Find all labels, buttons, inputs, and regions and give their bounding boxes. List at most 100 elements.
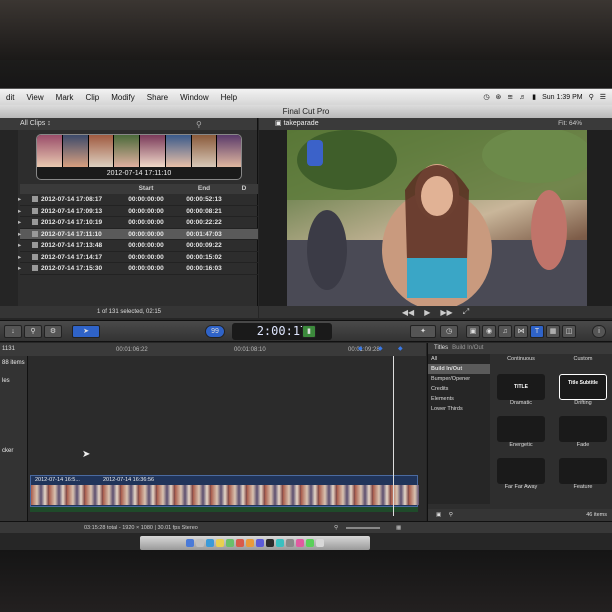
disclosure-triangle-icon[interactable]: ▸ xyxy=(18,263,21,275)
fast-forward-icon[interactable]: ▶▶ xyxy=(440,308,452,317)
table-row[interactable]: ▸ 2012-07-14 17:13:48 00:00:00:00 00:00:0… xyxy=(18,240,258,252)
clip-filmstrip[interactable]: 2012-07-14 17:11:10 xyxy=(36,134,242,180)
menu-clip[interactable]: Clip xyxy=(79,93,105,102)
title-tile[interactable]: Energetic xyxy=(494,416,548,448)
marker-icon[interactable]: ◆ xyxy=(378,343,383,356)
analyze-button[interactable]: ⚙ xyxy=(44,325,62,338)
title-tile[interactable]: Continuous xyxy=(494,356,548,362)
disclosure-triangle-icon[interactable]: ▸ xyxy=(18,229,21,241)
category-bumper-opener[interactable]: Bumper/Opener xyxy=(428,374,490,384)
menu-edit[interactable]: dit xyxy=(0,93,20,102)
music-browser-button[interactable]: ♫ xyxy=(498,325,512,338)
disclosure-triangle-icon[interactable]: ▸ xyxy=(18,194,21,206)
launchpad-icon[interactable] xyxy=(196,539,204,547)
clip-appearance-icon[interactable]: ▦ xyxy=(396,522,401,534)
disclosure-triangle-icon[interactable]: ▸ xyxy=(18,240,21,252)
table-row[interactable]: ▸ 2012-07-14 17:08:17 00:00:00:00 00:00:5… xyxy=(18,194,258,206)
keyword-button[interactable]: ⚲ xyxy=(24,325,42,338)
volume-icon[interactable]: ♬ xyxy=(519,94,526,101)
safari-icon[interactable] xyxy=(206,539,214,547)
rewind-icon[interactable]: ◀◀ xyxy=(402,308,414,317)
menu-share[interactable]: Share xyxy=(141,93,174,102)
time-machine-icon[interactable]: ◷ xyxy=(483,93,489,101)
category-build-in-out[interactable]: Build In/Out xyxy=(428,364,490,374)
table-row-selected[interactable]: ▸ 2012-07-14 17:11:10 00:00:00:00 00:01:4… xyxy=(18,228,258,241)
clips-filter-dropdown[interactable]: All Clips ↕ xyxy=(20,120,51,127)
system-preferences-icon[interactable] xyxy=(286,539,294,547)
inspector-button[interactable]: i xyxy=(592,325,606,338)
table-row[interactable]: ▸ 2012-07-14 17:15:30 00:00:00:00 00:00:1… xyxy=(18,263,258,275)
menu-view[interactable]: View xyxy=(20,93,49,102)
app-icon[interactable] xyxy=(296,539,304,547)
column-name[interactable] xyxy=(20,184,118,194)
photos-browser-button[interactable]: ◉ xyxy=(482,325,496,338)
itunes-icon[interactable] xyxy=(256,539,264,547)
timeline-clip-label[interactable]: 2012-07-14 16:5... xyxy=(35,477,80,483)
category-lower-thirds[interactable]: Lower Thirds xyxy=(428,404,490,414)
title-tile[interactable]: TITLE Dramatic xyxy=(494,374,548,406)
table-row[interactable]: ▸ 2012-07-14 17:09:13 00:00:00:00 00:00:0… xyxy=(18,206,258,218)
index-tab-roles[interactable]: les xyxy=(0,370,27,392)
audio-waveform[interactable] xyxy=(30,507,418,512)
wifi-icon[interactable]: ≊ xyxy=(507,93,513,101)
fullscreen-icon[interactable]: ⤢ xyxy=(463,307,469,317)
search-icon[interactable]: ⚲ xyxy=(443,512,453,518)
disclosure-triangle-icon[interactable]: ▸ xyxy=(18,217,21,229)
battery-icon[interactable]: ▮ xyxy=(532,93,536,101)
effects-browser-button[interactable]: ▣ xyxy=(466,325,480,338)
retime-button[interactable]: ◷ xyxy=(440,325,458,338)
timeline-clip-label[interactable]: 2012-07-14 16:36:56 xyxy=(103,477,154,483)
zoom-slider[interactable] xyxy=(346,527,380,529)
mail-icon[interactable] xyxy=(216,539,224,547)
dashboard-timecode[interactable]: 2:00:17 xyxy=(232,323,332,340)
title-tile-selected[interactable]: Title Subtitle Drifting xyxy=(556,374,610,406)
category-all[interactable]: All xyxy=(428,354,490,364)
app-store-icon[interactable] xyxy=(276,539,284,547)
disclosure-triangle-icon[interactable]: ▸ xyxy=(18,206,21,218)
themes-browser-button[interactable]: ◫ xyxy=(562,325,576,338)
title-tile[interactable]: Custom xyxy=(556,356,610,362)
title-tile[interactable]: Fade xyxy=(556,416,610,448)
audio-meters-button[interactable]: ▮ xyxy=(302,325,316,338)
timeline[interactable]: 1131 00:01:06:22 00:01:08:10 00:01:09:28… xyxy=(0,343,426,521)
final-cut-icon[interactable] xyxy=(266,539,274,547)
table-row[interactable]: ▸ 2012-07-14 17:14:17 00:00:00:00 00:00:1… xyxy=(18,252,258,264)
titles-browser-button[interactable]: T xyxy=(530,325,544,338)
event-library-sidebar[interactable] xyxy=(0,130,18,306)
marker-icon[interactable]: ◆ xyxy=(358,343,363,356)
menu-modify[interactable]: Modify xyxy=(105,93,141,102)
playhead[interactable] xyxy=(393,356,394,516)
search-icon[interactable]: ⚲ xyxy=(589,93,594,101)
menu-mark[interactable]: Mark xyxy=(50,93,80,102)
app-icon[interactable] xyxy=(306,539,314,547)
marker-icon[interactable]: ◆ xyxy=(398,343,403,356)
title-tile[interactable]: Feature xyxy=(556,458,610,490)
menu-clock[interactable]: Sun 1:39 PM xyxy=(542,94,582,101)
menu-help[interactable]: Help xyxy=(215,93,243,102)
table-row[interactable]: ▸ 2012-07-14 17:10:19 00:00:00:00 00:00:2… xyxy=(18,217,258,229)
index-tab-clips[interactable]: cker xyxy=(0,392,27,454)
play-icon[interactable]: ▶ xyxy=(424,308,430,317)
bluetooth-icon[interactable]: ⊛ xyxy=(496,93,502,101)
zoom-icon[interactable]: ⚲ xyxy=(334,522,338,534)
menu-window[interactable]: Window xyxy=(174,93,214,102)
zoom-fit-dropdown[interactable]: Fit: 64% xyxy=(558,118,582,130)
primary-storyline[interactable]: 2012-07-14 16:5... 2012-07-14 16:36:56 xyxy=(30,475,419,507)
import-button[interactable]: ↓ xyxy=(4,325,22,338)
messages-icon[interactable] xyxy=(226,539,234,547)
search-icon[interactable]: ⚲ xyxy=(196,119,202,131)
column-end[interactable]: End xyxy=(174,184,234,194)
column-start[interactable]: Start xyxy=(118,184,174,194)
disclosure-triangle-icon[interactable]: ▸ xyxy=(18,252,21,264)
video-frame[interactable] xyxy=(287,127,592,310)
finder-icon[interactable] xyxy=(186,539,194,547)
background-tasks-button[interactable]: 99 xyxy=(205,325,225,338)
column-duration[interactable]: D xyxy=(234,184,254,194)
select-tool-button[interactable]: ➤ xyxy=(72,325,100,338)
list-icon[interactable]: ☰ xyxy=(600,93,606,101)
calendar-icon[interactable] xyxy=(236,539,244,547)
category-elements[interactable]: Elements xyxy=(428,394,490,404)
sidebar-toggle-icon[interactable]: ▣ xyxy=(428,512,441,518)
photos-icon[interactable] xyxy=(246,539,254,547)
category-credits[interactable]: Credits xyxy=(428,384,490,394)
